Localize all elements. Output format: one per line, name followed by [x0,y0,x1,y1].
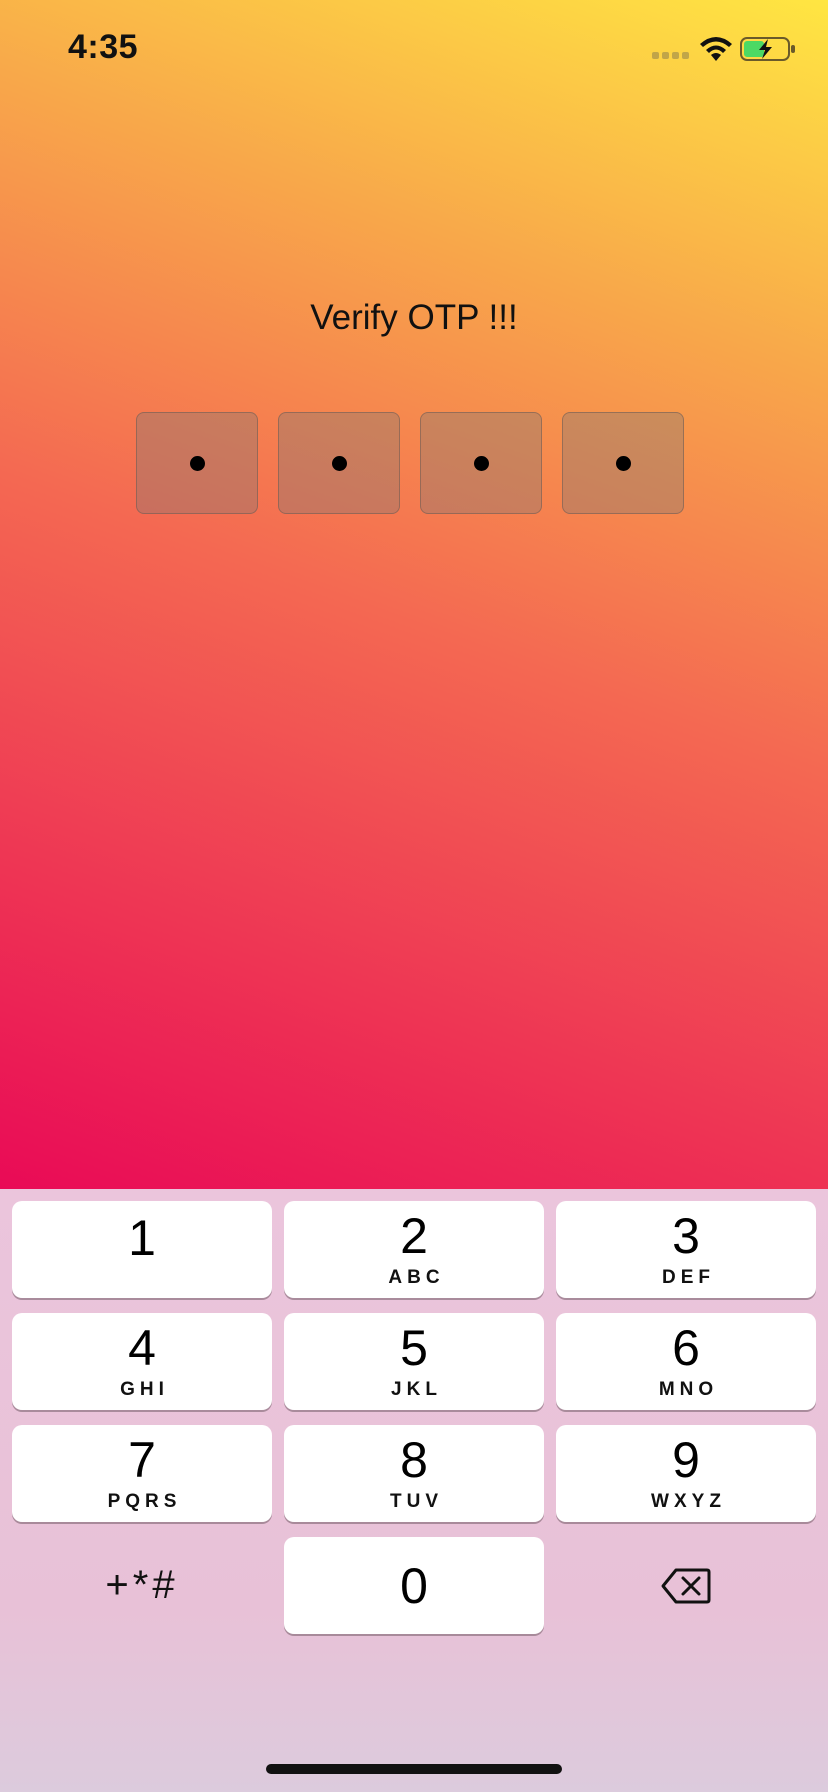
otp-masked-dot [189,455,205,471]
symbols-key[interactable]: +*# [12,1537,272,1634]
signal-icon [652,52,692,62]
home-indicator[interactable] [266,1764,562,1774]
otp-masked-dot [331,455,347,471]
key-number: 5 [400,1320,428,1376]
key-2[interactable]: 2 ABC [284,1201,544,1298]
key-9[interactable]: 9 WXYZ [556,1425,816,1522]
key-1[interactable]: 1 [12,1201,272,1298]
status-time: 4:35 [68,28,139,66]
otp-digit-box[interactable] [420,412,542,514]
key-letters: ABC [388,1267,445,1288]
otp-masked-dot [615,455,631,471]
key-number: 9 [672,1432,700,1488]
otp-digit-box[interactable] [278,412,400,514]
backspace-icon [661,1568,711,1603]
key-number: 4 [128,1320,156,1376]
key-5[interactable]: 5 JKL [284,1313,544,1410]
key-number: 3 [672,1208,700,1264]
otp-input-row [136,412,684,514]
key-letters: JKL [391,1379,442,1400]
key-letters: WXYZ [651,1491,726,1512]
key-0[interactable]: 0 [284,1537,544,1634]
battery-charging-icon [740,37,795,61]
key-8[interactable]: 8 TUV [284,1425,544,1522]
key-letters: MNO [658,1379,719,1400]
key-number: 6 [672,1320,700,1376]
key-4[interactable]: 4 GHI [12,1313,272,1410]
key-number: 8 [400,1432,428,1488]
otp-digit-box[interactable] [136,412,258,514]
key-number: 2 [400,1208,428,1264]
app-screen: 4:35 Verify OTP !!! [0,0,828,1189]
key-letters: GHI [120,1379,169,1400]
otp-digit-box[interactable] [562,412,684,514]
key-3[interactable]: 3 DEF [556,1201,816,1298]
page-title: Verify OTP !!! [310,298,518,337]
key-7[interactable]: 7 PQRS [12,1425,272,1522]
key-letters: PQRS [107,1491,182,1512]
key-letters: TUV [390,1491,443,1512]
otp-masked-dot [473,455,489,471]
key-letters: DEF [662,1267,715,1288]
key-number: 1 [128,1210,156,1266]
key-number: 0 [400,1558,428,1614]
wifi-icon [700,37,732,61]
key-number: 7 [128,1432,156,1488]
key-6[interactable]: 6 MNO [556,1313,816,1410]
delete-key[interactable] [556,1537,816,1634]
